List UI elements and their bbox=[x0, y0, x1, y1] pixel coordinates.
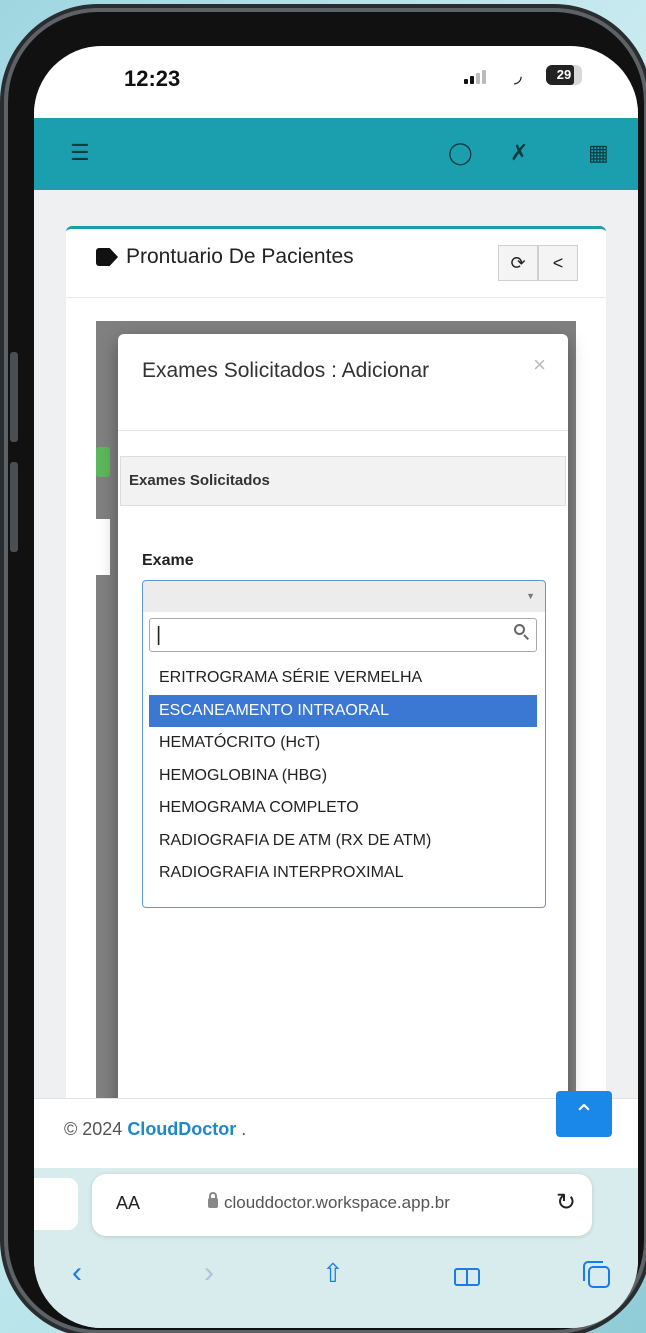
battery-icon: 29 bbox=[546, 65, 582, 85]
card-title: Prontuario De Pacientes bbox=[96, 245, 354, 269]
hamburger-icon[interactable]: ☰ bbox=[70, 140, 90, 166]
modal-divider bbox=[118, 430, 568, 431]
brand-link[interactable]: CloudDoctor bbox=[127, 1119, 236, 1139]
page-footer: © 2024 CloudDoctor . ⌃ bbox=[34, 1091, 638, 1168]
lock-icon bbox=[208, 1192, 218, 1208]
browser-toolbar: AA clouddoctor.workspace.app.br ↻ ‹ › ⇧ bbox=[34, 1168, 638, 1328]
dropdown-option[interactable]: HEMATÓCRITO (HcT) bbox=[149, 727, 537, 760]
search-caret: | bbox=[156, 624, 162, 646]
compress-icon[interactable]: ✗ bbox=[510, 140, 528, 166]
close-icon[interactable]: × bbox=[533, 352, 546, 378]
dropdown-options: ERITROGRAMA SÉRIE VERMELHA ESCANEAMENTO … bbox=[149, 662, 537, 890]
dropdown-option-highlighted[interactable]: ESCANEAMENTO INTRAORAL bbox=[149, 694, 537, 727]
browser-nav: ‹ › ⇧ bbox=[34, 1256, 638, 1296]
exam-dropdown: | ERITROGRAMA SÉRIE VERMELHA ESCANEAMENT… bbox=[142, 612, 546, 908]
text-size-button[interactable]: AA bbox=[116, 1193, 140, 1214]
exam-field-label: Exame bbox=[142, 552, 194, 569]
clock: 12:23 bbox=[124, 66, 181, 91]
dropdown-option[interactable]: HEMOGLOBINA (HBG) bbox=[149, 760, 537, 793]
bookmarks-icon[interactable] bbox=[454, 1268, 480, 1286]
phone-frame: 12:23 ◞ 29 ☰ ◯ ✗ ▦ Prontuario De Pacient… bbox=[8, 12, 644, 1330]
refresh-button[interactable]: ⟳ bbox=[498, 245, 538, 281]
dropdown-option[interactable]: ERITROGRAMA SÉRIE VERMELHA bbox=[149, 662, 537, 695]
scroll-to-top-button[interactable]: ⌃ bbox=[556, 1091, 612, 1137]
tabs-icon[interactable] bbox=[583, 1261, 610, 1288]
add-exam-modal: Exames Solicitados : Adicionar × Exames … bbox=[118, 334, 568, 1114]
forward-arrow-icon[interactable]: › bbox=[204, 1256, 214, 1290]
battery-level: 29 bbox=[556, 67, 572, 82]
volume-up-button bbox=[10, 352, 18, 442]
exam-select[interactable]: ▼ bbox=[142, 580, 546, 612]
background-button bbox=[96, 447, 110, 477]
chevron-down-icon: ▼ bbox=[526, 591, 535, 601]
wifi-icon: ◞ bbox=[514, 65, 522, 87]
dropdown-option[interactable]: RADIOGRAFIA DE ATM (RX DE ATM) bbox=[149, 825, 537, 858]
share-icon[interactable]: ⇧ bbox=[322, 1258, 344, 1289]
modal-title: Exames Solicitados : Adicionar bbox=[142, 359, 430, 382]
card-tools: ⟳ < bbox=[498, 245, 578, 281]
status-bar: 12:23 ◞ 29 bbox=[34, 46, 638, 118]
grid-icon[interactable]: ▦ bbox=[588, 140, 609, 166]
copyright-suffix: . bbox=[236, 1119, 247, 1139]
card-title-text: Prontuario De Pacientes bbox=[126, 245, 354, 268]
dropdown-option[interactable]: HEMOGRAMA COMPLETO bbox=[149, 792, 537, 825]
dropdown-search-input[interactable]: | bbox=[149, 618, 537, 652]
user-icon[interactable]: ◯ bbox=[448, 140, 473, 166]
copyright-year: © 2024 bbox=[64, 1119, 128, 1139]
previous-tab-edge[interactable] bbox=[34, 1178, 78, 1230]
back-arrow-icon[interactable]: ‹ bbox=[72, 1256, 82, 1290]
app-header: ☰ ◯ ✗ ▦ bbox=[34, 118, 638, 190]
reload-icon[interactable]: ↻ bbox=[556, 1188, 576, 1217]
card-divider bbox=[66, 297, 606, 298]
screen: 12:23 ◞ 29 ☰ ◯ ✗ ▦ Prontuario De Pacient… bbox=[34, 46, 638, 1328]
panel-heading: Exames Solicitados bbox=[120, 456, 566, 506]
background-row bbox=[96, 519, 110, 575]
volume-down-button bbox=[10, 462, 18, 552]
back-button[interactable]: < bbox=[538, 245, 578, 281]
url-text: clouddoctor.workspace.app.br bbox=[224, 1193, 450, 1212]
tag-icon bbox=[96, 248, 118, 266]
search-icon bbox=[514, 624, 529, 640]
copyright-text: © 2024 CloudDoctor . bbox=[64, 1119, 246, 1140]
dropdown-option[interactable]: RADIOGRAFIA INTERPROXIMAL bbox=[149, 857, 537, 890]
address-bar[interactable]: AA clouddoctor.workspace.app.br ↻ bbox=[92, 1174, 592, 1236]
signal-icon bbox=[464, 68, 486, 84]
